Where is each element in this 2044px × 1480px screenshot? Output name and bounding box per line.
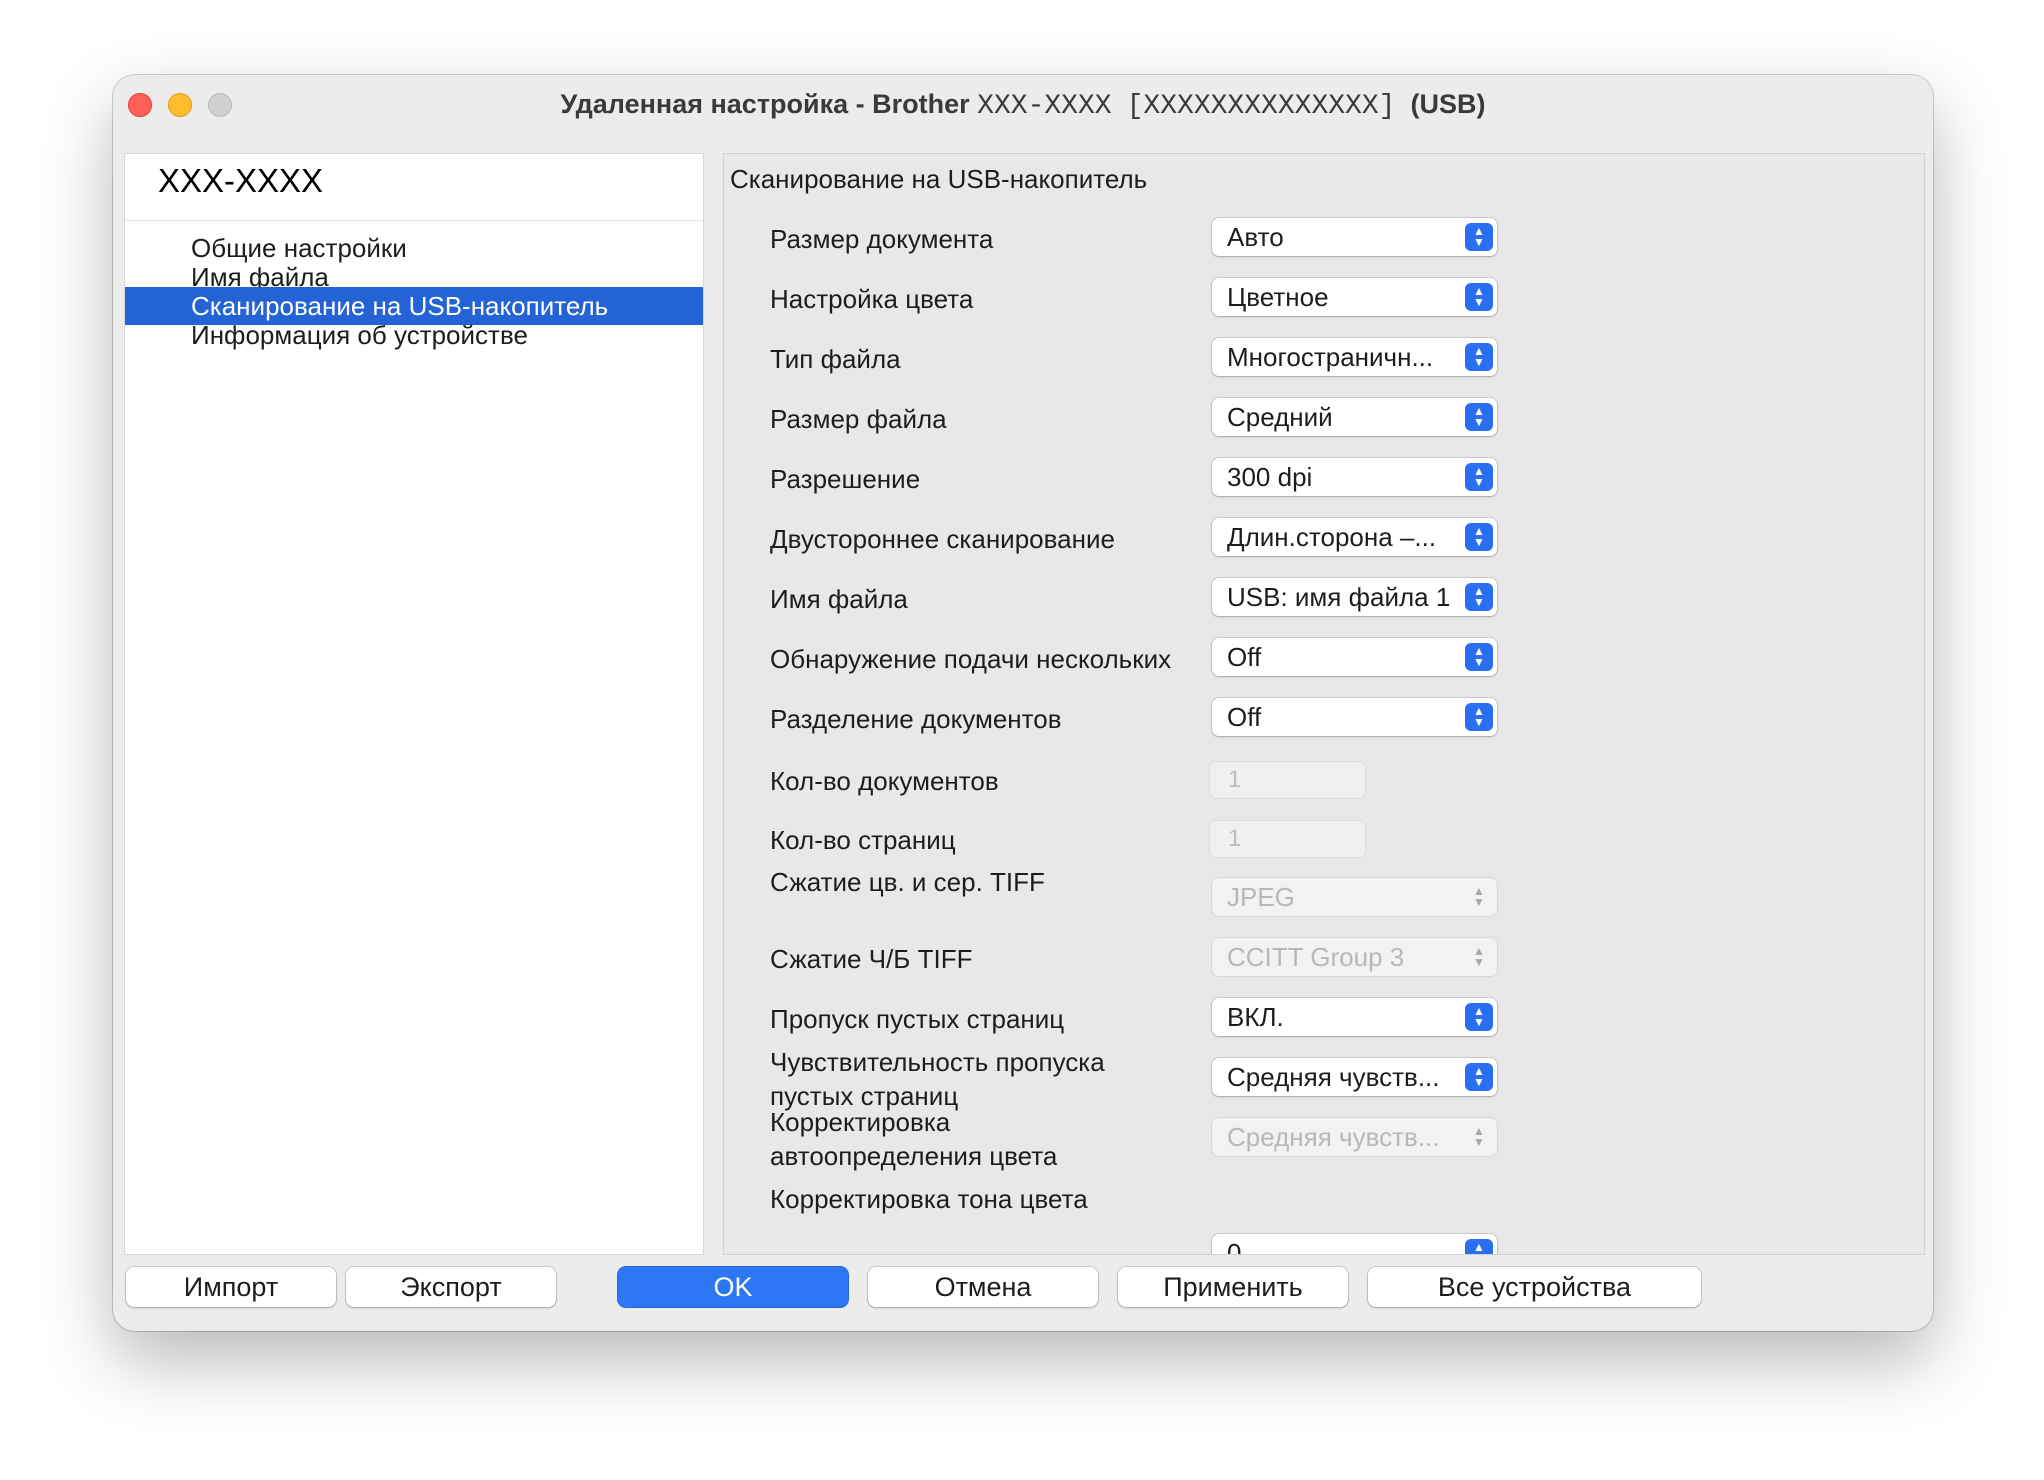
document-separation-value: Off — [1227, 702, 1262, 732]
chevron-up-down-icon: ▲▼ — [1465, 703, 1493, 731]
partially-visible-select[interactable]: 0 ▲▼ — [1212, 1234, 1497, 1255]
file-size-select[interactable]: Средний ▲ ▼ — [1212, 398, 1497, 436]
auto-color-correction-value: Средняя чувств... — [1227, 1122, 1440, 1152]
resolution-value: 300 dpi — [1227, 462, 1313, 492]
chevron-up-down-icon: ▲▼ — [1473, 944, 1485, 969]
chevron-up-down-icon: ▲▼ — [1465, 643, 1493, 671]
color-tone-correction-label: Корректировка тона цвета — [770, 1184, 1088, 1214]
multifeed-detect-value: Off — [1227, 642, 1262, 672]
chevron-up-down-icon: ▲▼ — [1465, 223, 1493, 251]
file-size-value: Средний — [1227, 402, 1333, 432]
settings-panel: Сканирование на USB-накопитель Размер до… — [723, 153, 1925, 1255]
auto-color-correction-label-line1: Корректировка — [770, 1107, 951, 1137]
partially-visible-value: 0 — [1227, 1238, 1242, 1255]
auto-color-correction-label-line2: автоопределения цвета — [770, 1141, 1058, 1171]
chevron-up-down-icon: ▲▼ — [1473, 1124, 1485, 1149]
chevron-up-down-icon: ▲▼ — [1473, 884, 1485, 909]
file-name-label: Имя файла — [770, 584, 908, 614]
all-devices-button[interactable]: Все устройства — [1368, 1267, 1701, 1307]
document-count-value: 1 — [1228, 766, 1242, 793]
resolution-label: Разрешение — [770, 464, 921, 494]
bw-tiff-compression-label: Сжатие Ч/Б TIFF — [770, 944, 973, 974]
resolution-select[interactable]: 300 dpi ▲ ▼ — [1212, 458, 1497, 496]
color-setting-value: Цветное — [1227, 282, 1329, 312]
chevron-up-down-icon: ▲▼ — [1465, 283, 1493, 311]
file-type-select[interactable]: Многостраничн... ▲ ▼ — [1212, 338, 1497, 376]
skip-blank-sensitivity-value: Средняя чувств... — [1227, 1062, 1440, 1092]
sidebar-divider — [125, 220, 703, 221]
page-count-value: 1 — [1228, 825, 1242, 852]
window-title-serial: [XXXXXXXXXXXXXX] — [1126, 91, 1396, 122]
sidebar: XXX-XXXX Общие настройки Имя файла Скани… — [124, 153, 704, 1255]
document-count-field: 1 — [1210, 762, 1365, 798]
skip-blank-pages-value: ВКЛ. — [1227, 1002, 1284, 1032]
window-title-suffix: (USB) — [1410, 89, 1486, 119]
duplex-scan-select[interactable]: Длин.сторона –... ▲ ▼ — [1212, 518, 1497, 556]
chevron-up-down-icon: ▲▼ — [1465, 1239, 1493, 1254]
skip-blank-sensitivity-select[interactable]: Средняя чувств... ▲ ▼ — [1212, 1058, 1497, 1096]
panel-title: Сканирование на USB-накопитель — [730, 164, 1148, 194]
bw-tiff-compression-select: CCITT Group 3 ▲ ▼ — [1212, 938, 1497, 976]
document-size-value: Авто — [1227, 222, 1284, 252]
duplex-scan-value: Длин.сторона –... — [1227, 522, 1437, 552]
skip-blank-sensitivity-label-line1: Чувствительность пропуска — [770, 1047, 1105, 1077]
multifeed-detect-select[interactable]: Off ▲ ▼ — [1212, 638, 1497, 676]
color-setting-label: Настройка цвета — [770, 284, 974, 314]
chevron-up-down-icon: ▲▼ — [1465, 343, 1493, 371]
page-count-label: Кол-во страниц — [770, 825, 956, 855]
color-tiff-compression-select: JPEG ▲ ▼ — [1212, 878, 1497, 916]
import-button[interactable]: Импорт — [126, 1267, 336, 1307]
color-setting-select[interactable]: Цветное ▲ ▼ — [1212, 278, 1497, 316]
skip-blank-pages-label: Пропуск пустых страниц — [770, 1004, 1065, 1034]
chevron-up-down-icon: ▲▼ — [1465, 583, 1493, 611]
bw-tiff-compression-value: CCITT Group 3 — [1227, 942, 1405, 972]
duplex-scan-label: Двустороннее сканирование — [770, 524, 1115, 554]
auto-color-correction-select: Средняя чувств... ▲ ▼ — [1212, 1118, 1497, 1156]
window-title: Удаленная настройка - Brother XXX-XXXX [… — [113, 89, 1933, 122]
window-title-prefix: Удаленная настройка - Brother — [560, 89, 978, 119]
ok-button[interactable]: OK — [618, 1267, 848, 1307]
file-name-value: USB: имя файла 1 — [1227, 582, 1451, 612]
document-separation-select[interactable]: Off ▲ ▼ — [1212, 698, 1497, 736]
page-count-field: 1 — [1210, 821, 1365, 857]
sidebar-device-name[interactable]: XXX-XXXX — [158, 162, 323, 200]
multifeed-detect-label: Обнаружение подачи нескольких — [770, 644, 1172, 674]
file-name-select[interactable]: USB: имя файла 1 ▲ ▼ — [1212, 578, 1497, 616]
apply-button[interactable]: Применить — [1118, 1267, 1348, 1307]
document-size-select[interactable]: Авто ▲ ▼ — [1212, 218, 1497, 256]
color-tiff-compression-label: Сжатие цв. и сер. TIFF — [770, 867, 1045, 897]
title-bar: Удаленная настройка - Brother XXX-XXXX [… — [113, 75, 1933, 133]
export-button[interactable]: Экспорт — [346, 1267, 556, 1307]
document-separation-label: Разделение документов — [770, 704, 1062, 734]
sidebar-item-device-info[interactable]: Информация об устройстве — [125, 316, 703, 354]
document-size-label: Размер документа — [770, 224, 994, 254]
color-tiff-compression-value: JPEG — [1227, 882, 1295, 912]
skip-blank-pages-select[interactable]: ВКЛ. ▲ ▼ — [1212, 998, 1497, 1036]
chevron-up-down-icon: ▲▼ — [1465, 1003, 1493, 1031]
file-type-label: Тип файла — [770, 344, 901, 374]
file-size-label: Размер файла — [770, 404, 947, 434]
chevron-up-down-icon: ▲▼ — [1465, 1063, 1493, 1091]
chevron-up-down-icon: ▲▼ — [1465, 403, 1493, 431]
remote-setup-window: Удаленная настройка - Brother XXX-XXXX [… — [113, 75, 1933, 1331]
document-count-label: Кол-во документов — [770, 766, 999, 796]
window-title-model: XXX-XXXX — [977, 91, 1112, 122]
chevron-up-down-icon: ▲▼ — [1465, 523, 1493, 551]
file-type-value: Многостраничн... — [1227, 342, 1434, 372]
cancel-button[interactable]: Отмена — [868, 1267, 1098, 1307]
chevron-up-down-icon: ▲▼ — [1465, 463, 1493, 491]
